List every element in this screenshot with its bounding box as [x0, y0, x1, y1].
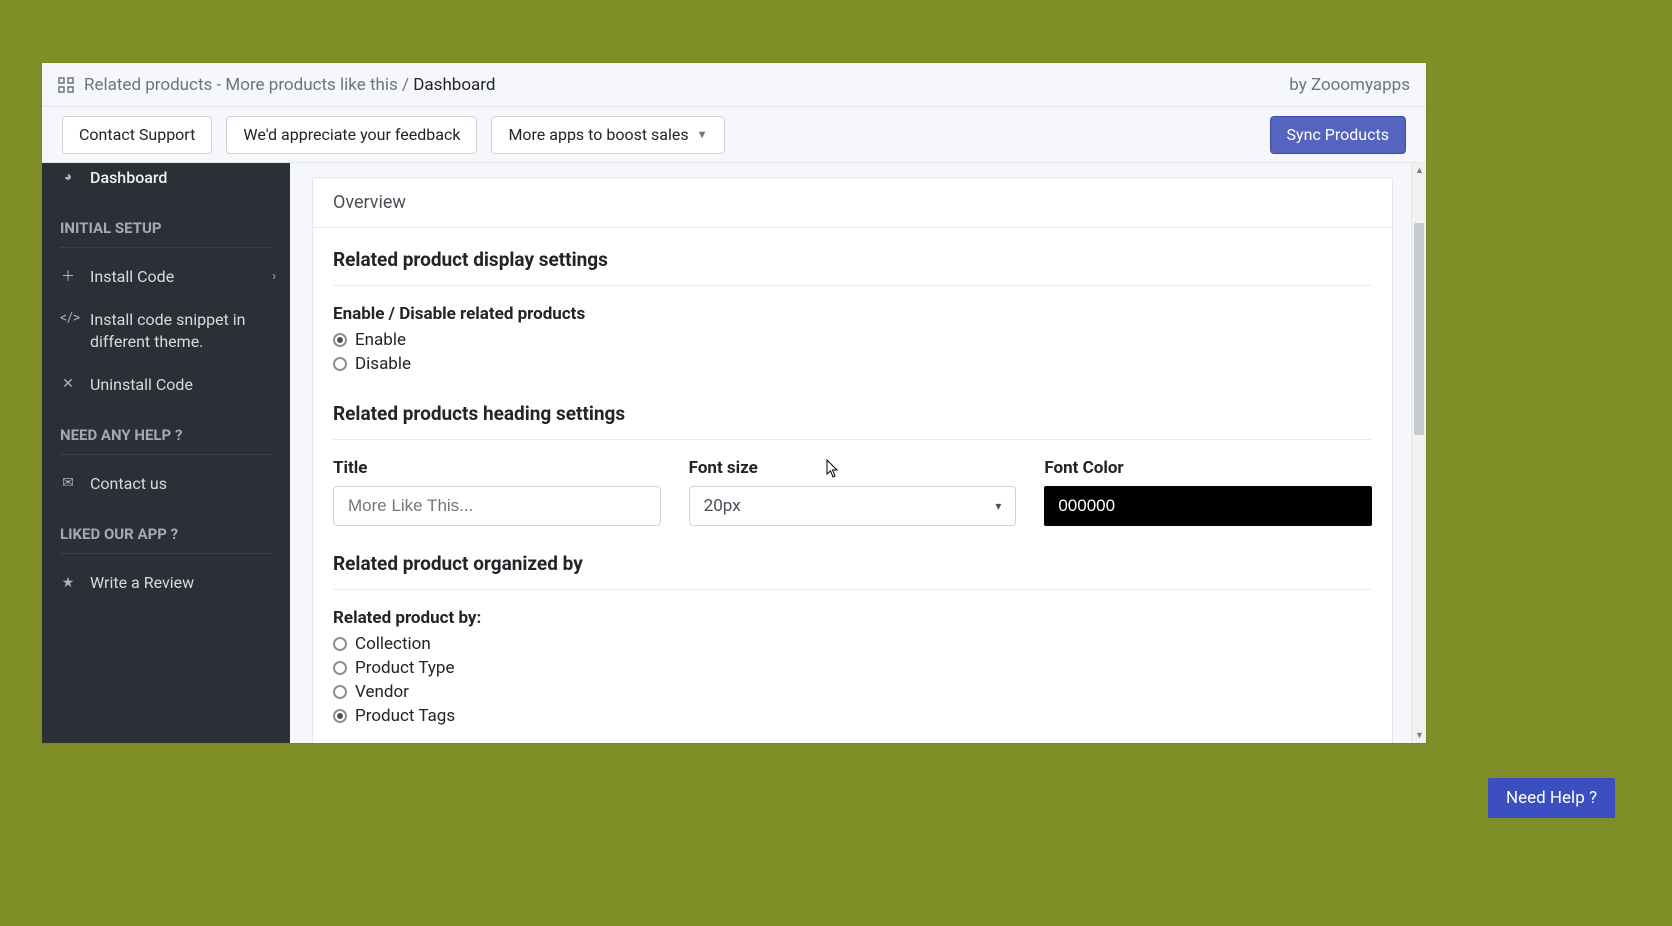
- breadcrumb-text: Related products - More products like th…: [84, 75, 496, 95]
- sidebar-item-write-review[interactable]: ★ Write a Review: [42, 562, 290, 604]
- overview-panel: Overview Related product display setting…: [312, 177, 1393, 743]
- sidebar-item-uninstall-code[interactable]: ✕ Uninstall Code: [42, 364, 290, 406]
- radio-vendor[interactable]: Vendor: [333, 682, 1372, 702]
- radio-icon: [333, 357, 347, 371]
- title-input[interactable]: [333, 486, 661, 526]
- scroll-up-icon[interactable]: ▲: [1415, 165, 1424, 176]
- organized-by-block: Related product by: Collection Product T…: [333, 608, 1372, 726]
- star-icon: ★: [60, 574, 76, 594]
- envelope-icon: ✉: [60, 474, 76, 494]
- sidebar-item-contact-us[interactable]: ✉ Contact us: [42, 463, 290, 505]
- header-bar: Related products - More products like th…: [42, 63, 1426, 107]
- scrollbar[interactable]: ▲ ▼: [1411, 163, 1426, 743]
- radio-enable[interactable]: Enable: [333, 330, 1372, 350]
- app-grid-icon: [58, 77, 74, 93]
- sidebar-section-help: NEED ANY HELP ?: [42, 406, 290, 450]
- app-title[interactable]: Related products - More products like th…: [84, 75, 398, 95]
- sidebar-section-liked: LIKED OUR APP ?: [42, 505, 290, 549]
- radio-icon: [333, 637, 347, 651]
- scroll-down-icon[interactable]: ▼: [1415, 730, 1424, 741]
- need-help-button[interactable]: Need Help ?: [1488, 778, 1615, 818]
- radio-icon: [333, 709, 347, 723]
- radio-collection[interactable]: Collection: [333, 634, 1372, 654]
- feedback-button[interactable]: We'd appreciate your feedback: [226, 116, 477, 154]
- section-organized-by: Related product organized by: [333, 552, 1372, 590]
- section-heading-settings: Related products heading settings: [333, 402, 1372, 440]
- sidebar: ◕ Dashboard INITIAL SETUP ＋ Install Code…: [42, 163, 290, 743]
- radio-icon: [333, 685, 347, 699]
- sidebar-item-install-code[interactable]: ＋ Install Code ›: [42, 256, 290, 298]
- radio-icon: [333, 661, 347, 675]
- chevron-down-icon: ▾: [995, 499, 1001, 513]
- font-color-label: Font Color: [1044, 458, 1372, 478]
- sidebar-section-initial-setup: INITIAL SETUP: [42, 199, 290, 243]
- chevron-down-icon: ▼: [697, 128, 708, 141]
- breadcrumb-current[interactable]: Dashboard: [413, 75, 495, 95]
- radio-icon: [333, 333, 347, 347]
- gauge-icon: ◕: [60, 168, 76, 188]
- action-bar: Contact Support We'd appreciate your fee…: [42, 107, 1426, 163]
- content-wrap: Overview Related product display setting…: [290, 163, 1426, 743]
- radio-disable[interactable]: Disable: [333, 354, 1372, 374]
- radio-product-type[interactable]: Product Type: [333, 658, 1372, 678]
- divider: [60, 553, 272, 554]
- title-column: Title: [333, 458, 661, 526]
- panel-body: Related product display settings Enable …: [313, 228, 1392, 743]
- close-icon: ✕: [60, 375, 76, 395]
- scroll-thumb[interactable]: [1414, 223, 1424, 435]
- contact-support-button[interactable]: Contact Support: [62, 116, 212, 154]
- enable-disable-label: Enable / Disable related products: [333, 304, 1372, 324]
- font-size-column: Font size 20px ▾: [689, 458, 1017, 526]
- sidebar-item-install-snippet[interactable]: </> Install code snippet in different th…: [42, 299, 290, 364]
- title-label: Title: [333, 458, 661, 478]
- code-icon: </>: [60, 309, 76, 329]
- font-color-column: Font Color: [1044, 458, 1372, 526]
- app-body: ◕ Dashboard INITIAL SETUP ＋ Install Code…: [42, 163, 1426, 743]
- font-size-select[interactable]: 20px ▾: [689, 486, 1017, 526]
- sidebar-item-dashboard[interactable]: ◕ Dashboard: [42, 163, 290, 199]
- heading-settings-row: Title Font size 20px ▾: [333, 458, 1372, 526]
- by-line: by Zooomyapps: [1289, 75, 1410, 95]
- divider: [60, 454, 272, 455]
- font-color-input[interactable]: [1044, 486, 1372, 526]
- more-apps-dropdown[interactable]: More apps to boost sales ▼: [491, 116, 724, 154]
- breadcrumb: Related products - More products like th…: [58, 75, 496, 95]
- radio-product-tags[interactable]: Product Tags: [333, 706, 1372, 726]
- sync-products-button[interactable]: Sync Products: [1270, 116, 1406, 154]
- font-size-label: Font size: [689, 458, 1017, 478]
- chevron-right-icon: ›: [272, 268, 276, 286]
- panel-title: Overview: [313, 178, 1392, 228]
- enable-disable-block: Enable / Disable related products Enable…: [333, 304, 1372, 374]
- divider: [60, 247, 272, 248]
- content-scroll[interactable]: Overview Related product display setting…: [290, 163, 1411, 743]
- section-display-settings: Related product display settings: [333, 248, 1372, 286]
- related-by-label: Related product by:: [333, 608, 1372, 628]
- app-window: Related products - More products like th…: [42, 63, 1426, 743]
- plus-icon: ＋: [60, 268, 76, 288]
